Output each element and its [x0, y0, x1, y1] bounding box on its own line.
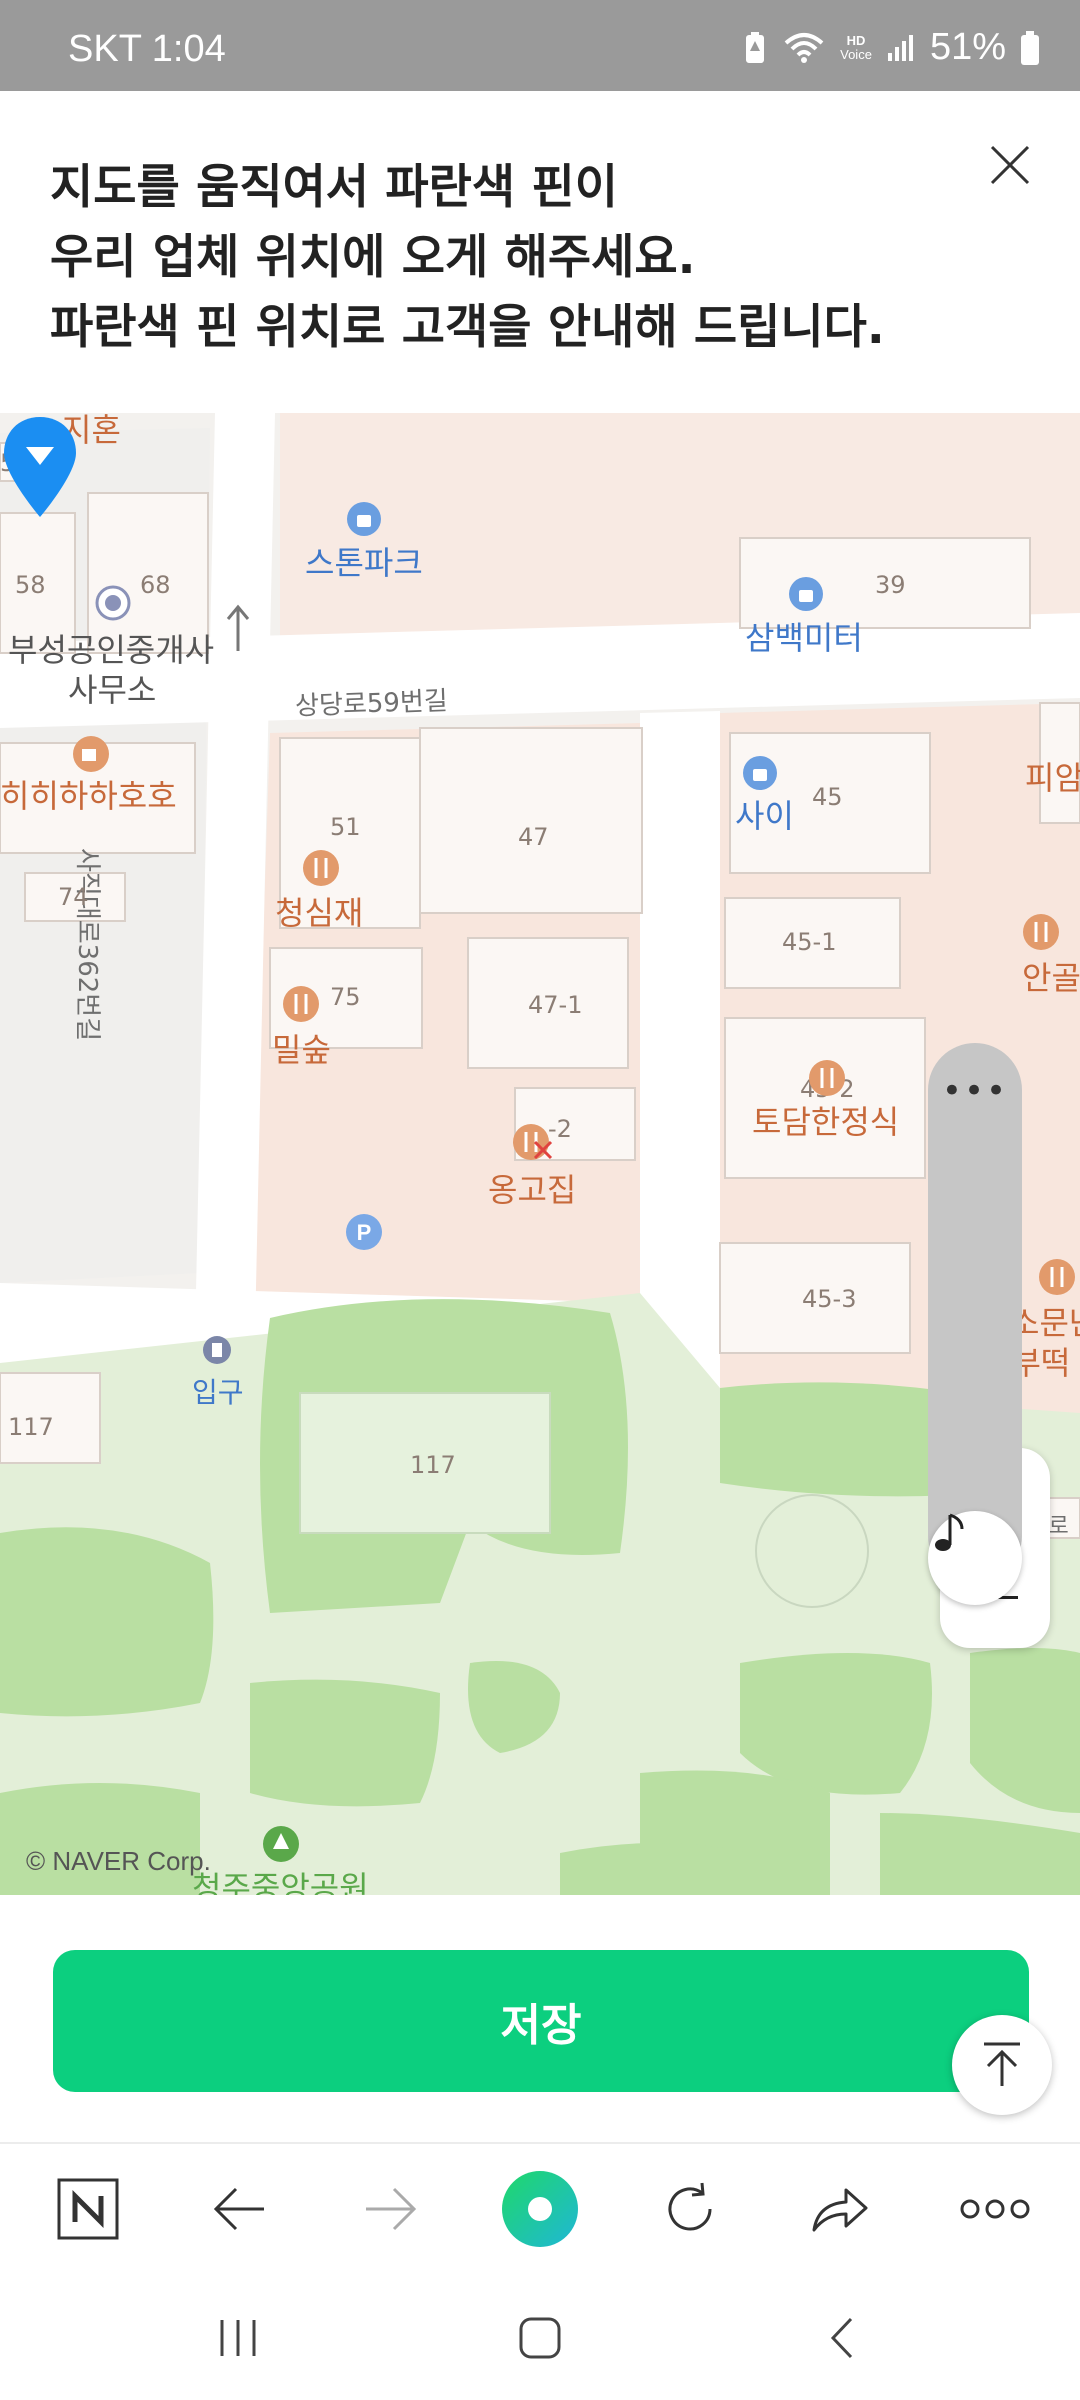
status-bar: SKT 1:04 HD Voice 51%: [0, 0, 1080, 91]
map-number-45: 45: [812, 783, 843, 811]
arrow-up-to-line-icon: [984, 2042, 1020, 2086]
map-poi-sambaek[interactable]: 삼백미터: [745, 613, 863, 659]
instruction-line-1: 지도를 움직여서 파란색 핀이: [50, 160, 618, 215]
map-road-59: 상당로59번길: [294, 686, 449, 722]
map-label-right-cut1: 피암: [1025, 759, 1080, 797]
red-x-marker-icon: [533, 1140, 553, 1160]
blue-location-pin-icon[interactable]: [0, 413, 80, 523]
map-copyright: © NAVER Corp.: [26, 1846, 211, 1876]
back-button[interactable]: [205, 2174, 275, 2244]
bag-icon-stonepark: [347, 502, 381, 536]
svg-text:P: P: [357, 1220, 372, 1245]
cafe-icon: [73, 736, 109, 772]
naver-home-button[interactable]: [53, 2174, 123, 2244]
map-poi-stonepark[interactable]: 스톤파크: [305, 538, 423, 584]
map-number-117a: 117: [8, 1413, 54, 1441]
more-dots-icon: •••: [941, 1071, 1009, 1111]
map-number-58: 58: [15, 571, 46, 599]
back-arrow-icon: [213, 2187, 264, 2231]
green-dot-icon: [502, 2171, 578, 2247]
map-number-117b: 117: [410, 1451, 456, 1479]
wifi-icon: [784, 32, 824, 63]
park-tree-icon: [263, 1826, 299, 1862]
system-nav-bar: [0, 2272, 1080, 2400]
refresh-button[interactable]: [655, 2174, 725, 2244]
battery-saver-icon: [746, 31, 765, 63]
restaurant-icon-cheongsimjae: [303, 850, 339, 886]
hd-text: HD: [846, 32, 866, 48]
map-number-45-3: 45-3: [802, 1285, 857, 1313]
entrance-icon: [203, 1336, 231, 1364]
map-number-47: 47: [518, 823, 549, 851]
map-poi-milsup[interactable]: 밀숲: [272, 1025, 331, 1071]
bag-icon-sai: [743, 756, 777, 790]
more-icon: [960, 2199, 1030, 2219]
home-icon: [519, 2317, 561, 2359]
parking-icon: P: [346, 1214, 382, 1250]
battery-percent: 51%: [929, 26, 1006, 68]
back-nav-button[interactable]: [812, 2308, 872, 2368]
scroll-top-button[interactable]: [952, 2015, 1052, 2115]
restaurant-icon-milsup: [283, 986, 319, 1022]
map-poi-office-line2: 사무소: [68, 671, 157, 709]
map-number-47-1: 47-1: [528, 991, 583, 1019]
status-icons: HD Voice 51%: [742, 26, 1040, 69]
back-icon: [830, 2317, 853, 2359]
map-number-45-1: 45-1: [782, 928, 837, 956]
music-control[interactable]: [928, 1511, 1022, 1605]
map-road-362: 사직대로362번길: [72, 848, 102, 1042]
save-area: 저장: [0, 1895, 1080, 2142]
map-number-74: 74: [58, 883, 89, 911]
map-poi-ipgu[interactable]: 입구: [192, 1371, 244, 1411]
map-number-68: 68: [140, 571, 171, 599]
browser-toolbar: [0, 2142, 1080, 2274]
forward-button[interactable]: [355, 2174, 425, 2244]
instruction-line-3: 파란색 핀 위치로 고객을 안내해 드립니다.: [50, 300, 885, 355]
share-button[interactable]: [805, 2174, 875, 2244]
bag-icon-sambaek: [789, 577, 823, 611]
save-button[interactable]: 저장: [53, 1950, 1029, 2092]
hd-voice-icon: HD Voice: [840, 32, 872, 62]
music-note-icon: [935, 1513, 964, 1551]
recent-apps-icon: [220, 2320, 256, 2356]
map-number-75: 75: [330, 983, 361, 1011]
close-icon: [990, 145, 1030, 185]
office-pin-icon: [95, 585, 131, 621]
up-arrow-icon: [226, 604, 250, 651]
map-more-control[interactable]: •••: [928, 1043, 1022, 1583]
map-label-right-cut2: 안골: [1022, 959, 1080, 997]
instruction-header: 지도를 움직여서 파란색 핀이 우리 업체 위치에 오게 해주세요. 파란색 핀…: [0, 91, 1080, 413]
map-poi-sai[interactable]: 사이: [735, 791, 794, 837]
share-icon: [812, 2188, 868, 2232]
green-dot-button[interactable]: [500, 2169, 580, 2249]
naver-home-icon: [57, 2178, 119, 2240]
map-poi-park[interactable]: 청주중앙공원: [192, 1863, 369, 1895]
signal-icon: [887, 34, 913, 61]
restaurant-icon-right: [1023, 914, 1059, 950]
map-number-39: 39: [875, 571, 906, 599]
refresh-icon: [668, 2182, 712, 2231]
restaurant-icon-todam: [809, 1060, 845, 1096]
recent-apps-button[interactable]: [208, 2308, 268, 2368]
carrier-time: SKT 1:04: [68, 28, 226, 70]
map-view[interactable]: 지혼 54 스톤파크 58 68 39 삼백미터 부성공인중개사 사무소 상당로…: [0, 413, 1080, 1895]
voice-text: Voice: [840, 46, 872, 62]
instruction-text: 지도를 움직여서 파란색 핀이 우리 업체 위치에 오게 해주세요. 파란색 핀…: [50, 153, 885, 363]
more-button[interactable]: [955, 2174, 1035, 2244]
map-poi-hihi[interactable]: 히히하하호호: [0, 771, 177, 817]
map-poi-todam[interactable]: 토담한정식: [752, 1097, 899, 1143]
close-button[interactable]: [980, 135, 1040, 195]
home-button[interactable]: [510, 2308, 570, 2368]
map-number-51: 51: [330, 813, 361, 841]
map-poi-cheongsimjae[interactable]: 청심재: [275, 888, 363, 934]
restaurant-icon-somun: [1039, 1259, 1075, 1295]
map-poi-onggo[interactable]: 옹고집: [488, 1165, 576, 1211]
locate-ring-icon: [755, 1494, 869, 1608]
forward-arrow-icon: [366, 2187, 417, 2231]
instruction-line-2: 우리 업체 위치에 오게 해주세요.: [50, 230, 696, 285]
battery-icon: [1021, 30, 1039, 65]
